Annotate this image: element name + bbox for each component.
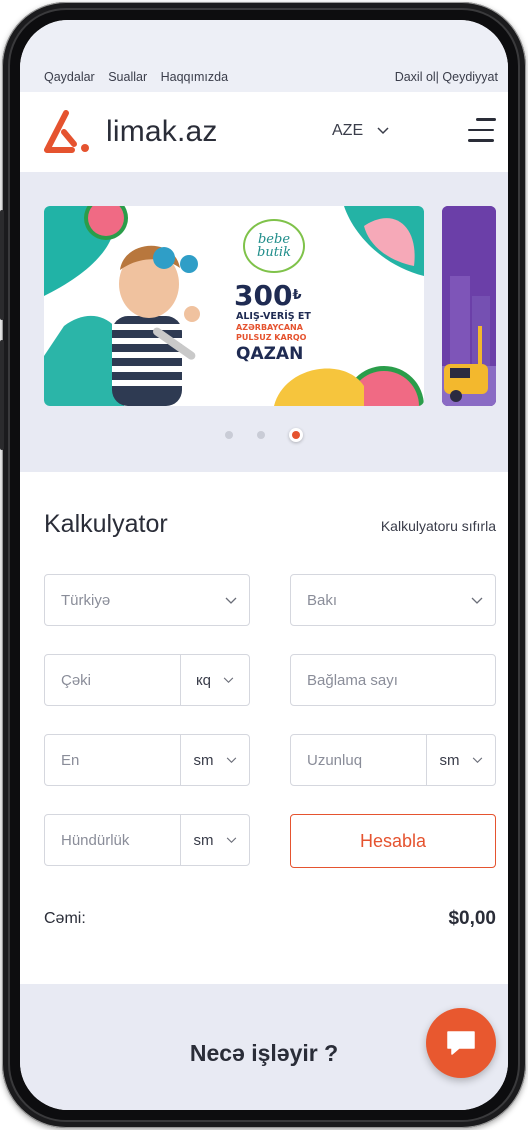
banner-slide-next[interactable]: [442, 206, 496, 406]
top-links-right: Daxil ol| Qeydiyyat: [395, 70, 498, 84]
width-unit-select[interactable]: sm: [181, 735, 249, 785]
width-input[interactable]: En: [45, 735, 181, 785]
to-city-value: Bakı: [307, 591, 338, 609]
chat-button[interactable]: [426, 1008, 496, 1078]
calculator-title: Kalkulyator: [44, 510, 168, 538]
banner-line2: AZƏRBAYCANA: [236, 323, 303, 332]
top-links-left: Qaydalar Suallar Haqqımızda: [44, 70, 238, 84]
banner-line4: QAZAN: [236, 344, 304, 364]
chevron-down-icon: [472, 756, 482, 763]
carousel-dot[interactable]: [257, 431, 265, 439]
banner-brand-badge: bebe butik: [243, 219, 305, 273]
chevron-down-icon: [377, 122, 389, 140]
from-country-value: Türkiyə: [61, 591, 111, 609]
height-unit-select[interactable]: sm: [181, 815, 249, 865]
banner-currency: ₺: [292, 288, 302, 303]
rules-link[interactable]: Qaydalar: [44, 70, 95, 84]
chevron-down-icon: [225, 592, 237, 609]
language-selector[interactable]: AZE: [332, 122, 389, 140]
banner-line3: PULSUZ KARQO: [236, 333, 307, 342]
carousel-dot-active[interactable]: [289, 428, 303, 442]
width-unit-label: sm: [193, 751, 214, 769]
width-field: En sm: [44, 734, 250, 786]
weight-unit-select[interactable]: кq: [181, 655, 249, 705]
chevron-down-icon: [226, 756, 236, 763]
packages-input[interactable]: Bağlama sayı: [290, 654, 496, 706]
hamburger-menu-icon[interactable]: [468, 118, 496, 146]
height-unit-label: sm: [193, 831, 214, 849]
carousel-dots: [20, 428, 508, 442]
banner-amount: 300: [234, 279, 293, 312]
about-link[interactable]: Haqqımızda: [161, 70, 228, 84]
top-links-bar: Qaydalar Suallar Haqqımızda Daxil ol| Qe…: [20, 20, 508, 92]
banner-line1: ALIŞ-VERİŞ ET: [236, 311, 311, 322]
height-input[interactable]: Hündürlük: [45, 815, 181, 865]
login-link[interactable]: Daxil ol|: [395, 70, 439, 84]
banner-next-artwork: [442, 206, 496, 406]
from-country-select[interactable]: Türkiyə: [44, 574, 250, 626]
faq-link[interactable]: Suallar: [108, 70, 147, 84]
banner-brand-line2: butik: [257, 245, 291, 260]
register-link[interactable]: Qeydiyyat: [442, 70, 498, 84]
banner-carousel: bebe butik 300₺ ALIŞ-VERİŞ ET AZƏRBAYCAN…: [20, 172, 508, 472]
length-unit-select[interactable]: sm: [427, 735, 495, 785]
calculate-button[interactable]: Hesabla: [290, 814, 496, 868]
volume-up-button: [0, 210, 4, 320]
chevron-down-icon: [226, 836, 236, 843]
weight-input[interactable]: Çəki: [45, 655, 181, 705]
logo-icon[interactable]: [44, 110, 94, 154]
weight-field: Çəki кq: [44, 654, 250, 706]
site-header: limak.az AZE: [20, 92, 508, 172]
packages-placeholder: Bağlama sayı: [307, 671, 398, 689]
weight-unit-label: кq: [196, 671, 211, 689]
to-city-select[interactable]: Bakı: [290, 574, 496, 626]
length-input[interactable]: Uzunluq: [291, 735, 427, 785]
language-label: AZE: [332, 122, 364, 139]
banner-slide[interactable]: bebe butik 300₺ ALIŞ-VERİŞ ET AZƏRBAYCAN…: [44, 206, 424, 406]
length-unit-label: sm: [439, 751, 460, 769]
chevron-down-icon: [471, 592, 483, 609]
chat-bubble-icon: [447, 1031, 475, 1055]
volume-down-button: [0, 340, 4, 450]
total-label: Cəmi:: [44, 910, 86, 927]
length-field: Uzunluq sm: [290, 734, 496, 786]
calculator-reset-link[interactable]: Kalkulyatoru sıfırla: [381, 518, 496, 534]
brand-name[interactable]: limak.az: [106, 115, 218, 149]
total-value: $0,00: [448, 908, 496, 929]
height-field: Hündürlük sm: [44, 814, 250, 866]
banner-amount-row: 300₺: [234, 282, 302, 310]
chevron-down-icon: [223, 676, 234, 683]
phone-screen: Qaydalar Suallar Haqqımızda Daxil ol| Qe…: [20, 20, 508, 1110]
carousel-dot[interactable]: [225, 431, 233, 439]
how-it-works-section: Necə işləyir ?: [20, 984, 508, 1110]
